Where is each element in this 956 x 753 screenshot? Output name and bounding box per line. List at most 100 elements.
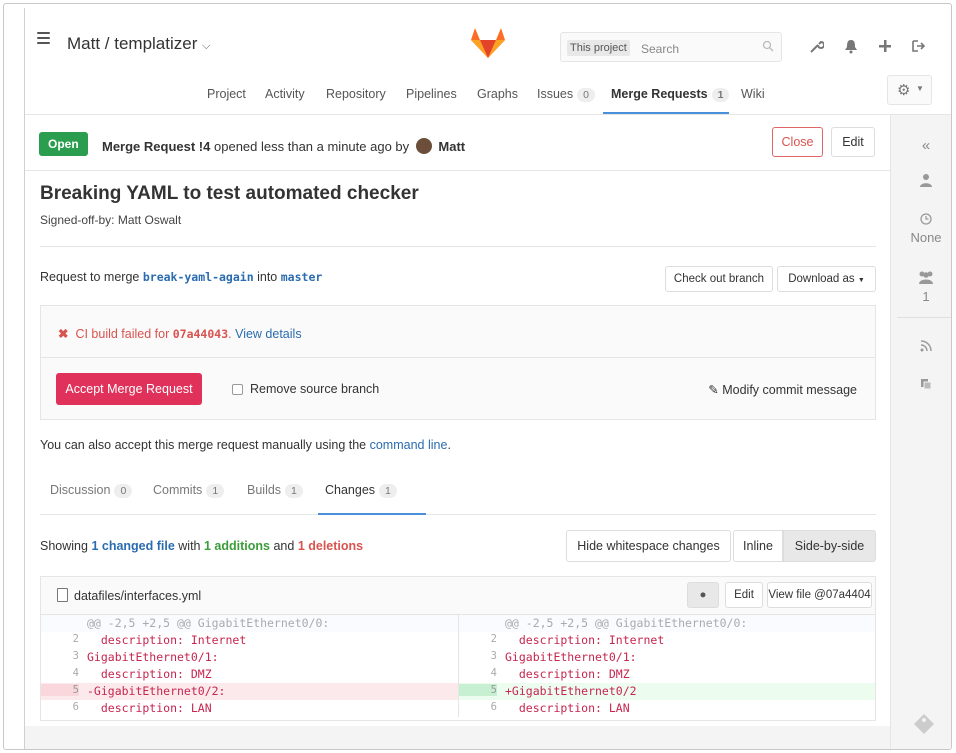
sign-out-icon[interactable] [911, 38, 927, 54]
gitlab-logo-icon[interactable] [471, 28, 505, 58]
wrench-icon[interactable] [808, 38, 824, 54]
page-bottom [25, 726, 890, 749]
mr-tabs: Discussion 0 Commits 1 Builds 1 Changes 1 [40, 483, 876, 515]
assignee-user-icon[interactable] [919, 173, 933, 187]
command-line-link[interactable]: command line [370, 438, 448, 452]
diff-row: 4 description: DMZ 4 description: DMZ [41, 666, 875, 683]
diff-file-name[interactable]: datafiles/interfaces.yml [74, 589, 201, 603]
copy-reference-icon[interactable] [920, 378, 932, 390]
mr-opened-text: opened less than a minute ago by [214, 139, 410, 154]
active-tab-indicator [318, 513, 426, 515]
search-input[interactable]: Search [641, 42, 679, 56]
tab-discussion[interactable]: Discussion 0 [50, 483, 133, 498]
status-divider [25, 170, 890, 171]
clock-icon[interactable] [920, 213, 932, 225]
project-nav: Project Activity Repository Pipelines Gr… [25, 76, 885, 110]
chevron-down-icon: ⌵ [202, 40, 211, 52]
diff-table: @@ -2,5 +2,5 @@ GigabitEthernet0/0: @@ -… [41, 615, 875, 717]
check-out-branch-button[interactable]: Check out branch [665, 266, 773, 292]
file-icon [57, 588, 68, 602]
tab-builds[interactable]: Builds 1 [247, 483, 303, 498]
issues-count: 0 [577, 88, 595, 102]
nav-merge-requests[interactable]: Merge Requests 1 [611, 87, 730, 102]
project-title-label: Matt / templatizer [67, 34, 198, 53]
diff-file-header: datafiles/interfaces.yml ● Edit View fil… [41, 577, 875, 615]
plus-icon[interactable] [877, 38, 893, 54]
mr-title: Breaking YAML to test automated checker [40, 183, 419, 204]
hamburger-menu-icon[interactable] [37, 32, 50, 47]
tabs-divider [40, 514, 876, 515]
accept-merge-request-button[interactable]: Accept Merge Request [56, 373, 202, 405]
mr-widget: ✖ CI build failed for 07a44043. View det… [40, 305, 876, 420]
tab-commits[interactable]: Commits 1 [153, 483, 225, 498]
remove-source-branch-checkbox[interactable] [232, 384, 243, 395]
nav-graphs[interactable]: Graphs [477, 87, 518, 101]
diff-row: 6 description: LAN 6 description: LAN [41, 700, 875, 717]
nav-project[interactable]: Project [207, 87, 246, 101]
double-chevron-left-icon[interactable]: « [891, 137, 951, 154]
remove-source-branch-label[interactable]: Remove source branch [250, 382, 379, 396]
merge-requests-count: 1 [711, 88, 730, 102]
status-badge: Open [39, 132, 88, 156]
deletions-count: 1 deletions [297, 539, 364, 553]
mr-meta: Merge Request !4 opened less than a minu… [102, 138, 465, 154]
request-prefix: Request to merge [40, 270, 140, 284]
nav-repository[interactable]: Repository [326, 87, 386, 101]
merge-request-branches: Request to merge break-yaml-again into m… [40, 270, 322, 284]
bell-icon[interactable] [843, 38, 859, 54]
added-line: 5 +GigabitEthernet0/2 [458, 683, 875, 700]
sidebar-divider [897, 317, 951, 318]
source-branch[interactable]: break-yaml-again [143, 270, 254, 284]
hunk-right: @@ -2,5 +2,5 @@ GigabitEthernet0/0: [505, 616, 748, 630]
changed-files-link[interactable]: 1 changed file [91, 539, 174, 553]
commit-sha[interactable]: 07a44043 [173, 327, 228, 341]
search-box[interactable]: This project Search [560, 32, 782, 62]
into-text: into [257, 270, 278, 284]
project-title[interactable]: Matt / templatizer ⌵ [67, 34, 210, 54]
edit-pencil-icon: ✎ [708, 383, 719, 397]
close-mr-button[interactable]: Close [772, 127, 823, 157]
modify-commit-message-link[interactable]: ✎ Modify commit message [708, 382, 857, 397]
mr-status-row: Open Merge Request !4 opened less than a… [39, 124, 877, 170]
nav-wiki[interactable]: Wiki [741, 87, 765, 101]
settings-dropdown[interactable]: ⚙ ▼ [887, 75, 932, 105]
mr-author[interactable]: Matt [438, 139, 465, 154]
nav-activity[interactable]: Activity [265, 87, 305, 101]
rss-notifications-icon[interactable] [920, 340, 932, 352]
tab-changes[interactable]: Changes 1 [325, 483, 397, 498]
nav-issues[interactable]: Issues 0 [537, 87, 595, 102]
label-tag-icon[interactable] [913, 713, 935, 735]
diff-hunk-header: @@ -2,5 +2,5 @@ GigabitEthernet0/0: @@ -… [41, 615, 875, 632]
ci-status-text: ✖ CI build failed for 07a44043. View det… [58, 327, 302, 341]
deleted-line: 5 -GigabitEthernet0/2: [41, 683, 458, 700]
download-as-dropdown[interactable]: Download as ▼ [777, 266, 876, 292]
author-avatar[interactable] [415, 138, 432, 154]
additions-count: 1 additions [204, 539, 270, 553]
gitlab-page: Matt / templatizer ⌵ This project Search… [24, 8, 951, 749]
comment-bubble-icon: ● [699, 589, 707, 601]
edit-file-button[interactable]: Edit [725, 582, 763, 608]
description-divider [40, 246, 876, 247]
nav-pipelines[interactable]: Pipelines [406, 87, 457, 101]
caret-down-icon: ▼ [916, 84, 924, 93]
target-branch[interactable]: master [281, 270, 323, 284]
milestone-value[interactable]: None [891, 230, 951, 245]
diff-row: 3 GigabitEthernet0/1: 3 GigabitEthernet0/1… [41, 649, 875, 666]
gear-icon: ⚙ [897, 82, 911, 99]
ci-status-row: ✖ CI build failed for 07a44043. View det… [41, 306, 875, 358]
top-header: Matt / templatizer ⌵ This project Search [25, 8, 951, 62]
hide-whitespace-button[interactable]: Hide whitespace changes [566, 530, 731, 562]
search-icon [762, 40, 774, 52]
diff-row-changed: 5 -GigabitEthernet0/2: 5 +GigabitEthernet0… [41, 683, 875, 700]
toggle-comments-button[interactable]: ● [687, 582, 719, 608]
view-file-button[interactable]: View file @07a4404 [767, 582, 872, 608]
diff-row: 2 description: Internet 2 description: I… [41, 632, 875, 649]
browser-frame: Matt / templatizer ⌵ This project Search… [3, 3, 952, 750]
view-details-link[interactable]: View details [235, 327, 301, 341]
changes-summary: Showing 1 changed file with 1 additions … [40, 539, 364, 553]
inline-view-button[interactable]: Inline [733, 530, 783, 562]
right-sidebar: « None 1 [890, 115, 951, 749]
edit-mr-button[interactable]: Edit [831, 127, 875, 157]
side-by-side-view-button[interactable]: Side-by-side [783, 530, 876, 562]
search-scope-tag[interactable]: This project [567, 40, 630, 56]
